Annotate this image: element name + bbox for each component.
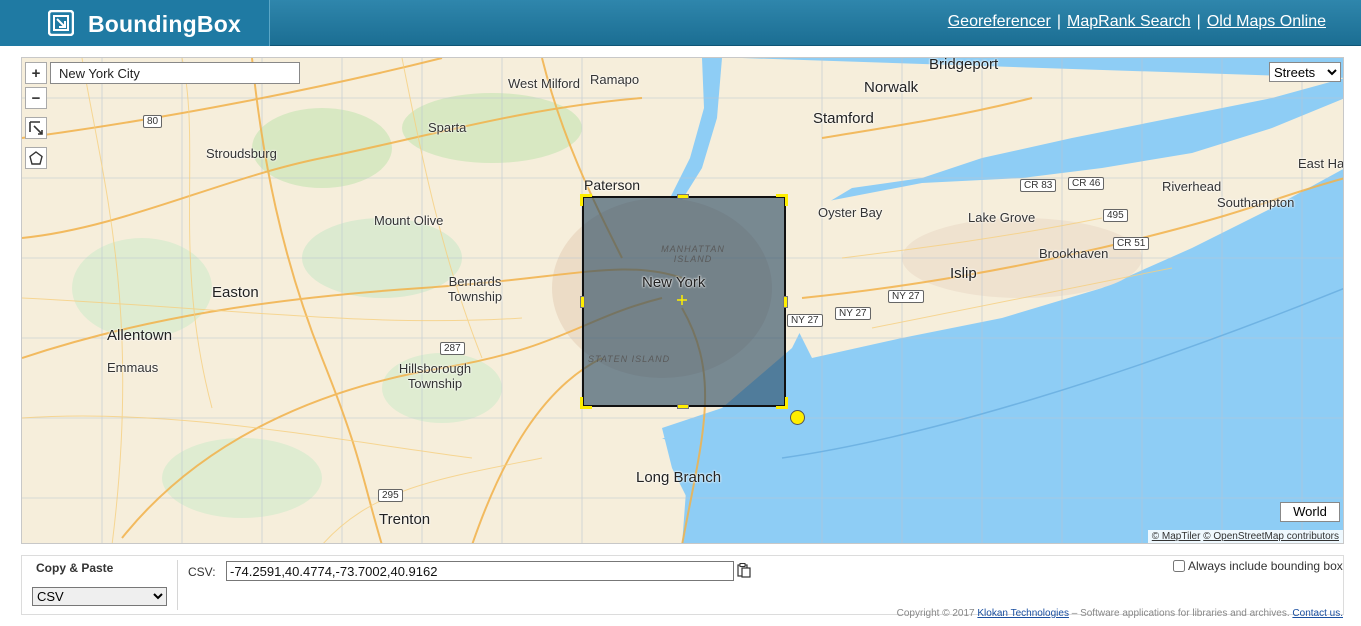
clipboard-copy-icon[interactable] <box>737 563 751 578</box>
top-nav: Georeferencer | MapRank Search | Old Map… <box>948 13 1326 31</box>
place-label: Lake Grove <box>968 210 1036 225</box>
boundingbox-logo-icon <box>48 10 74 36</box>
panel-divider <box>177 560 178 610</box>
footer: Copyright © 2017 Klokan Technologies – S… <box>897 608 1343 619</box>
place-label: New York <box>642 274 706 291</box>
always-include-label: Always include bounding box <box>1188 559 1343 573</box>
place-label: Emmaus <box>107 360 159 375</box>
place-label: West Milford <box>508 76 580 91</box>
route-shield: CR 51 <box>1113 237 1150 250</box>
place-label: Easton <box>212 284 259 301</box>
route-shield: 80 <box>143 115 163 128</box>
georeferencer-link[interactable]: Georeferencer <box>948 13 1051 31</box>
bounding-box[interactable] <box>582 196 786 407</box>
place-label: Stroudsburg <box>206 146 277 161</box>
corner-handle-nw[interactable] <box>580 194 592 206</box>
nav-separator: | <box>1056 13 1062 30</box>
always-include-checkbox[interactable] <box>1173 560 1185 572</box>
copyright-text: Copyright © 2017 <box>896 608 975 619</box>
format-select[interactable]: CSV <box>32 587 167 606</box>
old-maps-online-link[interactable]: Old Maps Online <box>1207 13 1326 31</box>
route-shield: NY 27 <box>835 307 871 320</box>
corner-handle-sw[interactable] <box>580 397 592 409</box>
place-label: East Har <box>1298 156 1344 171</box>
route-shield: NY 27 <box>888 290 924 303</box>
klokan-link[interactable]: Klokan Technologies <box>977 608 1069 619</box>
maprank-search-link[interactable]: MapRank Search <box>1067 13 1191 31</box>
map-layer-select[interactable]: Streets <box>1269 62 1341 82</box>
place-label: MANHATTAN ISLAND <box>661 244 725 264</box>
polygon-icon <box>29 151 43 165</box>
place-label: Brookhaven <box>1039 246 1109 261</box>
place-label: Oyster Bay <box>818 205 883 220</box>
center-crosshair-icon <box>677 295 687 305</box>
place-label: Bernards Township <box>447 274 503 304</box>
place-label: Southampton <box>1217 195 1295 210</box>
place-label: Allentown <box>107 327 173 344</box>
place-label: Ramapo <box>590 72 640 87</box>
brand[interactable]: BoundingBox <box>0 0 270 46</box>
edge-handle-bottom[interactable] <box>677 404 689 409</box>
app-header: BoundingBox Georeferencer | MapRank Sear… <box>0 0 1361 46</box>
place-label: Stamford <box>813 110 874 127</box>
place-label: Islip <box>950 265 977 282</box>
rotate-handle[interactable] <box>790 410 805 425</box>
place-label: Paterson <box>584 177 641 193</box>
polygon-tool-button[interactable] <box>25 147 47 169</box>
place-label: Trenton <box>379 511 431 528</box>
always-include-option[interactable]: Always include bounding box <box>1173 559 1343 573</box>
place-label: Mount Olive <box>374 213 444 228</box>
maptiler-attribution-link[interactable]: © MapTiler <box>1152 531 1201 542</box>
footer-tagline: – Software applications for libraries an… <box>1071 608 1290 619</box>
route-shield: CR 83 <box>1020 179 1057 192</box>
place-label: Norwalk <box>864 79 919 96</box>
route-shield: CR 46 <box>1068 177 1105 190</box>
corner-handle-se[interactable] <box>776 397 788 409</box>
nav-separator: | <box>1196 13 1201 30</box>
csv-label: CSV: <box>188 565 216 579</box>
zoom-out-button[interactable]: − <box>25 87 47 109</box>
zoom-in-button[interactable]: + <box>25 62 47 84</box>
cursor-select-icon <box>29 121 43 135</box>
world-button[interactable]: World <box>1280 502 1340 522</box>
corner-handle-ne[interactable] <box>776 194 788 206</box>
edge-handle-right[interactable] <box>783 296 788 308</box>
place-label: Sparta <box>428 120 467 135</box>
osm-attribution-link[interactable]: © OpenStreetMap contributors <box>1203 531 1339 542</box>
edge-handle-left[interactable] <box>580 296 585 308</box>
place-label: Hillsborough Township <box>398 361 472 391</box>
place-label: STATEN ISLAND <box>588 354 671 364</box>
route-shield: NY 27 <box>787 314 823 327</box>
route-shield: 295 <box>378 489 403 502</box>
place-label: Long Branch <box>636 469 722 486</box>
location-search-input[interactable] <box>50 62 300 84</box>
csv-output-field[interactable] <box>226 561 734 581</box>
brand-title: BoundingBox <box>88 11 241 37</box>
contact-link[interactable]: Contact us. <box>1292 608 1343 619</box>
place-label: Bridgeport <box>929 57 999 73</box>
edge-handle-top[interactable] <box>677 194 689 199</box>
route-shield: 495 <box>1103 209 1128 222</box>
copy-paste-label: Copy & Paste <box>36 561 114 575</box>
map-attribution: © MapTiler © OpenStreetMap contributors <box>1147 530 1343 543</box>
route-shield: 287 <box>440 342 465 355</box>
map-viewport[interactable]: Bridgeport West Milford Ramapo Norwalk S… <box>21 57 1344 544</box>
copy-paste-panel: Copy & Paste CSV CSV: Always include bou… <box>21 555 1344 615</box>
select-tool-button[interactable] <box>25 117 47 139</box>
place-label: Riverhead <box>1162 179 1222 194</box>
